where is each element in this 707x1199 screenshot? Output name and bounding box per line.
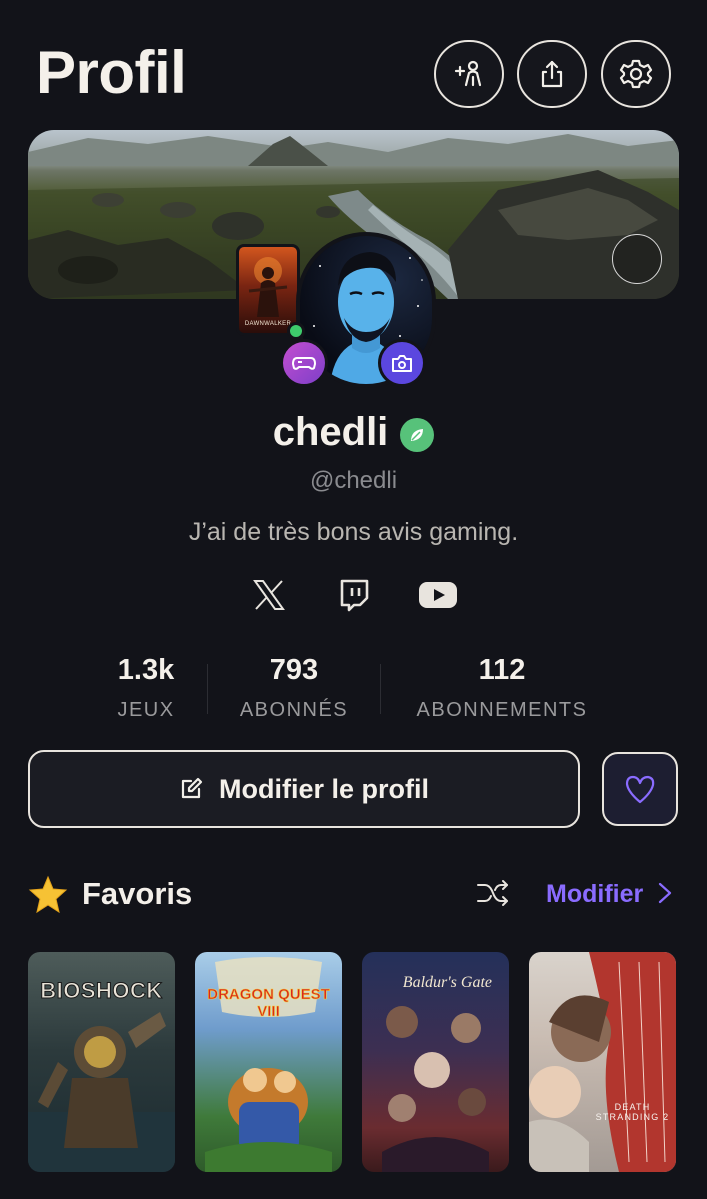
stat-games[interactable]: 1.3k JEUX xyxy=(92,654,200,722)
username: chedli xyxy=(272,410,389,454)
stat-following[interactable]: 112 ABONNEMENTS xyxy=(398,654,606,722)
favorites-title: Favoris xyxy=(82,876,193,911)
header: Profil xyxy=(0,0,707,130)
x-link[interactable] xyxy=(249,574,289,616)
stat-followers[interactable]: 793 ABONNÉS xyxy=(222,654,366,722)
twitch-link[interactable] xyxy=(334,574,374,616)
x-icon xyxy=(253,580,285,610)
youtube-icon xyxy=(419,582,457,608)
cover-title: DRAGON QUEST VIII xyxy=(207,986,330,1021)
shuffle-icon[interactable] xyxy=(476,878,510,908)
chevron-right-icon[interactable] xyxy=(654,880,676,906)
profile-stats: 1.3k JEUX 793 ABONNÉS 112 ABONNEMENTS xyxy=(0,654,707,724)
controller-icon xyxy=(292,357,316,370)
favorite-game-cover[interactable]: Baldur's Gate xyxy=(362,952,509,1172)
cover-title: DEATH STRANDING 2 xyxy=(595,1102,670,1122)
edit-profile-button[interactable]: Modifier le profil xyxy=(28,750,580,828)
change-avatar-button[interactable] xyxy=(378,339,426,387)
favorites-header: Favoris Modifier xyxy=(0,868,707,920)
online-status-indicator xyxy=(287,322,305,340)
settings-icon xyxy=(619,59,653,89)
edit-profile-label: Modifier le profil xyxy=(218,773,429,804)
edit-banner-button[interactable] xyxy=(612,234,662,284)
twitch-icon xyxy=(340,579,369,612)
favorite-game-cover[interactable]: DRAGON QUEST VIII xyxy=(195,952,342,1172)
share-icon xyxy=(541,60,563,88)
pencil-icon xyxy=(613,235,679,299)
stat-label: ABONNEMENTS xyxy=(416,699,588,721)
stat-label: JEUX xyxy=(117,699,175,721)
stat-label: ABONNÉS xyxy=(239,699,349,721)
add-friend-button[interactable] xyxy=(434,40,504,108)
stat-value: 112 xyxy=(478,654,526,686)
stat-divider xyxy=(380,664,381,714)
stat-value: 1.3k xyxy=(117,654,175,686)
game-badge-button[interactable] xyxy=(280,339,328,387)
featured-game-cover[interactable]: DAWNWALKER xyxy=(236,244,300,336)
cover-title: BIOSHOCK xyxy=(40,978,163,1004)
user-bio: J’ai de très bons avis gaming. xyxy=(188,518,519,546)
camera-icon xyxy=(392,355,412,372)
youtube-link[interactable] xyxy=(416,574,460,616)
cover-title: Baldur's Gate xyxy=(402,974,492,991)
dragon-quest-art xyxy=(205,957,332,1172)
heart-icon xyxy=(625,775,655,804)
favorite-heart-button[interactable] xyxy=(602,752,678,826)
page-title: Profil xyxy=(36,39,187,106)
death-stranding-art xyxy=(529,952,676,1172)
favorites-list: BIOSHOCK DRAGON QUEST VIII Baldur's Gate xyxy=(0,952,707,1172)
verified-leaf-icon xyxy=(400,417,435,452)
add-friend-icon xyxy=(454,60,482,87)
favorite-game-cover[interactable]: BIOSHOCK xyxy=(28,952,175,1172)
username-row: chedli xyxy=(0,410,707,455)
favorite-game-cover[interactable]: DEATH STRANDING 2 xyxy=(529,952,676,1172)
star-icon xyxy=(28,875,68,914)
edit-icon xyxy=(181,777,203,799)
modify-favorites-link[interactable]: Modifier xyxy=(546,880,643,909)
share-button[interactable] xyxy=(517,40,587,108)
stat-divider xyxy=(207,664,208,714)
user-handle: @chedli xyxy=(309,467,398,494)
settings-button[interactable] xyxy=(601,40,671,108)
stat-value: 793 xyxy=(269,654,319,686)
social-links xyxy=(0,574,707,616)
